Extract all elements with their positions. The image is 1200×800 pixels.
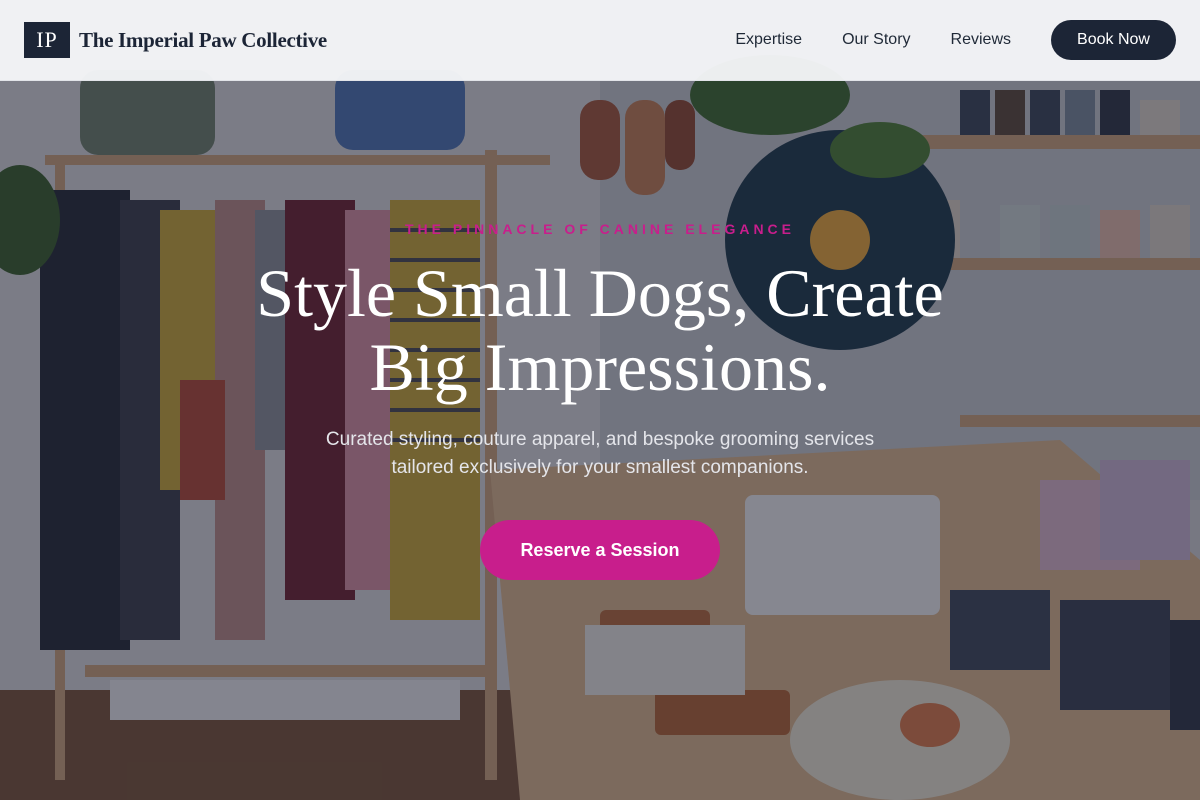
hero-headline: Style Small Dogs, Create Big Impressions… [0,256,1200,404]
hero-headline-line-1: Style Small Dogs, Create [256,255,944,331]
hero-content: THE PINNACLE OF CANINE ELEGANCE Style Sm… [0,0,1200,800]
hero-subtitle-line-2: tailored exclusively for your smallest c… [391,457,809,478]
hero-subtitle: Curated styling, couture apparel, and be… [0,426,1200,482]
hero-subtitle-line-1: Curated styling, couture apparel, and be… [325,429,875,450]
hero-eyebrow: THE PINNACLE OF CANINE ELEGANCE [404,221,795,237]
reserve-session-button[interactable]: Reserve a Session [480,520,720,580]
hero-headline-line-2: Big Impressions. [369,329,831,405]
